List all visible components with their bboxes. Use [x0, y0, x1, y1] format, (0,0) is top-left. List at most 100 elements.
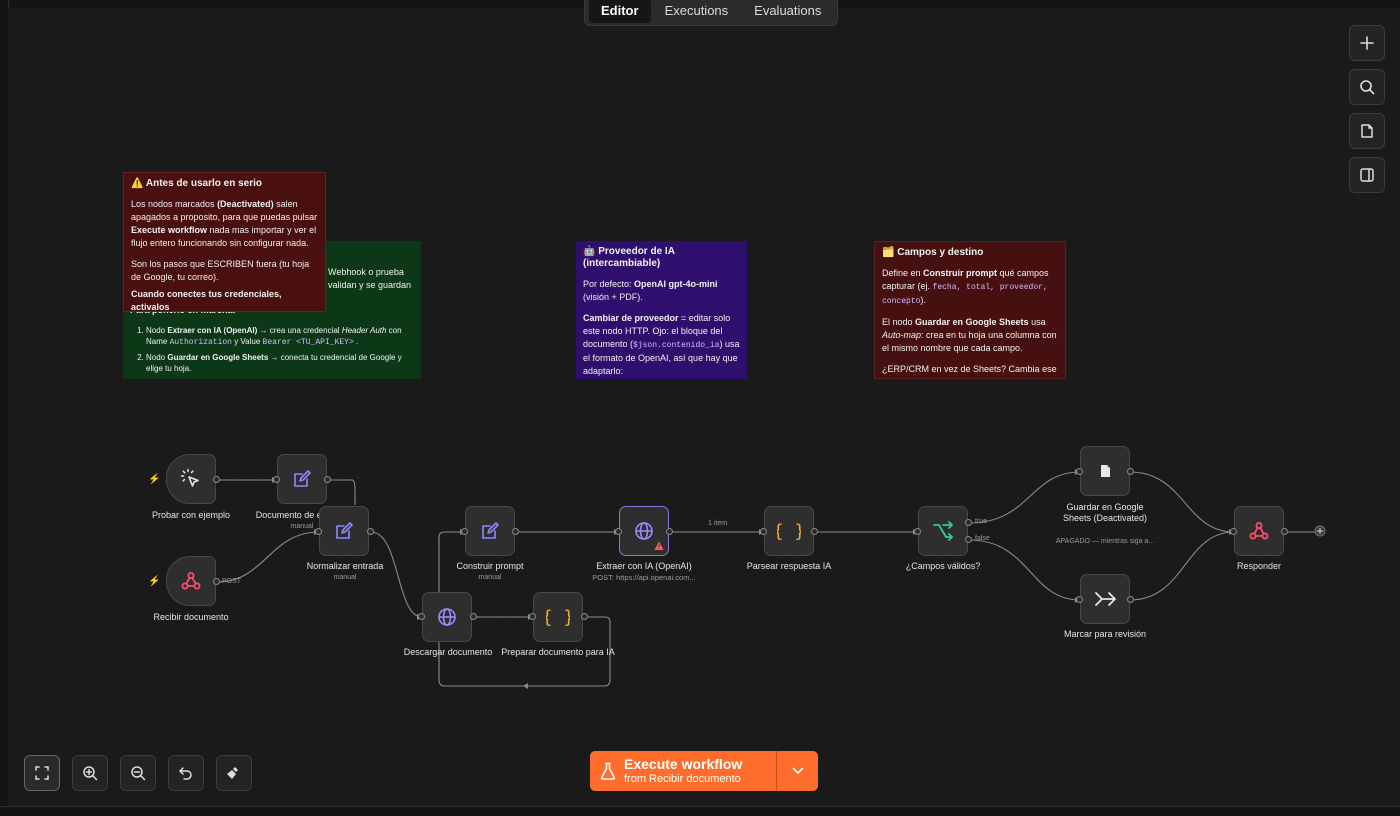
node-label: Marcar para revisión: [1063, 629, 1147, 639]
red-note-paragraph-1: Los nodos marcados (Deactivated) salen a…: [131, 199, 318, 248]
input-handle[interactable]: [529, 613, 536, 620]
node-descargar-documento[interactable]: [422, 592, 472, 642]
node-campos-validos[interactable]: [918, 506, 968, 556]
output-handle[interactable]: [512, 528, 519, 535]
node-label: Normalizar entrada: [306, 561, 384, 571]
output-handle[interactable]: [1281, 528, 1288, 535]
node-preparar-documento[interactable]: { }: [533, 592, 583, 642]
output-handle[interactable]: [1127, 596, 1134, 603]
false-branch-label: false: [975, 535, 990, 542]
workflow-canvas[interactable]: [8, 8, 1400, 806]
output-handle[interactable]: [666, 528, 673, 535]
panel-icon: [1360, 168, 1374, 182]
add-sticky-note-button[interactable]: [1349, 113, 1385, 149]
clear-execution-button[interactable]: [216, 755, 252, 791]
input-handle[interactable]: [315, 528, 322, 535]
undo-icon: [179, 767, 192, 780]
output-handle[interactable]: [581, 613, 588, 620]
search-nodes-button[interactable]: [1349, 69, 1385, 105]
input-handle[interactable]: [1076, 596, 1083, 603]
input-handle[interactable]: [273, 476, 280, 483]
node-extraer-con-ia[interactable]: [619, 506, 669, 556]
edit-icon: [482, 522, 499, 539]
input-handle[interactable]: [615, 528, 622, 535]
sticky-note-red[interactable]: ⚠️ Antes de usarlo en serio Los nodos ma…: [123, 172, 326, 312]
globe-icon: [438, 608, 456, 626]
brown-note-paragraph-3: ¿ERP/CRM en vez de Sheets? Cambia ese: [882, 364, 1057, 374]
code-braces-icon: { }: [546, 607, 570, 628]
output-handle[interactable]: [470, 613, 477, 620]
node-label: Guardar en Google Sheets (Deactivated): [1062, 502, 1148, 523]
node-responder[interactable]: [1234, 506, 1284, 556]
execute-title: Execute workflow: [624, 756, 743, 772]
toggle-panel-button[interactable]: [1349, 157, 1385, 193]
sticky-note-brown[interactable]: 🗂️ Campos y destino Define en Construir …: [874, 241, 1066, 379]
chevron-down-icon: [792, 767, 803, 774]
execute-subtitle: from Recibir documento: [624, 773, 741, 785]
node-label: Preparar documento para IA: [501, 647, 615, 657]
node-probar-con-ejemplo[interactable]: [166, 454, 216, 504]
zoom-in-button[interactable]: [72, 755, 108, 791]
green-note-step-2: Nodo Guardar en Google Sheets → conecta …: [146, 352, 414, 374]
fit-view-button[interactable]: [24, 755, 60, 791]
output-handle[interactable]: [367, 528, 374, 535]
node-normalizar-entrada[interactable]: [319, 506, 369, 556]
output-handle[interactable]: [1127, 468, 1134, 475]
node-subtitle: manual: [333, 574, 357, 581]
input-handle[interactable]: [760, 528, 767, 535]
plus-icon: [1360, 36, 1374, 50]
trigger-bolt-icon: ⚡: [148, 576, 161, 587]
output-handle[interactable]: [811, 528, 818, 535]
input-handle[interactable]: [914, 528, 921, 535]
execute-options-dropdown[interactable]: [777, 767, 818, 775]
fit-view-icon: [35, 766, 49, 780]
input-handle[interactable]: [461, 528, 468, 535]
warning-icon: [654, 541, 664, 550]
globe-icon: [635, 522, 653, 540]
output-handle[interactable]: [213, 476, 220, 483]
zoom-out-button[interactable]: [120, 755, 156, 791]
red-note-paragraph-3: Cuando conectes tus credenciales, activa…: [131, 289, 282, 312]
svg-text:{ }: { }: [777, 521, 801, 542]
webhook-icon: [181, 572, 201, 590]
node-guardar-google-sheets[interactable]: [1080, 446, 1130, 496]
node-recibir-documento[interactable]: [166, 556, 216, 606]
output-handle[interactable]: [213, 578, 220, 585]
green-note-step-1: Nodo Extraer con IA (OpenAI) → crea una …: [146, 325, 414, 348]
tab-evaluations[interactable]: Evaluations: [742, 0, 833, 23]
edit-icon: [336, 522, 353, 539]
false-output-handle[interactable]: [965, 536, 972, 543]
zoom-out-icon: [131, 766, 146, 781]
undo-button[interactable]: [168, 755, 204, 791]
input-handle[interactable]: [1230, 528, 1237, 535]
branch-icon: [933, 521, 953, 541]
brown-note-paragraph-2: El nodo Guardar en Google Sheets usa Aut…: [882, 317, 1057, 353]
input-handle[interactable]: [1076, 468, 1083, 475]
true-branch-label: true: [975, 518, 988, 525]
tab-editor[interactable]: Editor: [589, 0, 651, 23]
green-note-line1: Webhook o prueba: [328, 267, 404, 277]
true-output-handle[interactable]: [965, 519, 972, 526]
search-icon: [1360, 80, 1375, 95]
sheets-icon: [1101, 465, 1110, 477]
node-construir-prompt[interactable]: [465, 506, 515, 556]
tab-executions[interactable]: Executions: [653, 0, 741, 23]
execute-workflow-button[interactable]: Execute workflow from Recibir documento: [590, 751, 818, 791]
node-parsear-respuesta[interactable]: { }: [764, 506, 814, 556]
arrow-right-icon: [1095, 592, 1116, 606]
brown-note-title: 🗂️ Campos y destino: [882, 247, 984, 258]
node-label: Recibir documento: [153, 612, 229, 622]
node-documento-de-ejemplo[interactable]: [277, 454, 327, 504]
add-node-button[interactable]: [1349, 25, 1385, 61]
cursor-click-icon: [180, 468, 199, 487]
green-note-line2: validan y se guardan: [328, 280, 412, 290]
execute-workflow-main[interactable]: Execute workflow from Recibir documento: [590, 751, 777, 791]
sticky-note-purple[interactable]: 🤖 Proveedor de IA (intercambiable) Por d…: [576, 241, 747, 379]
brown-note-paragraph-1: Define en Construir prompt qué campos ca…: [882, 268, 1049, 306]
node-marcar-para-revision[interactable]: [1080, 574, 1130, 624]
node-label: Extraer con IA (OpenAI): [596, 561, 692, 571]
output-handle[interactable]: [324, 476, 331, 483]
zoom-in-icon: [83, 766, 98, 781]
sticky-note-icon: [1361, 124, 1373, 138]
input-handle[interactable]: [418, 613, 425, 620]
